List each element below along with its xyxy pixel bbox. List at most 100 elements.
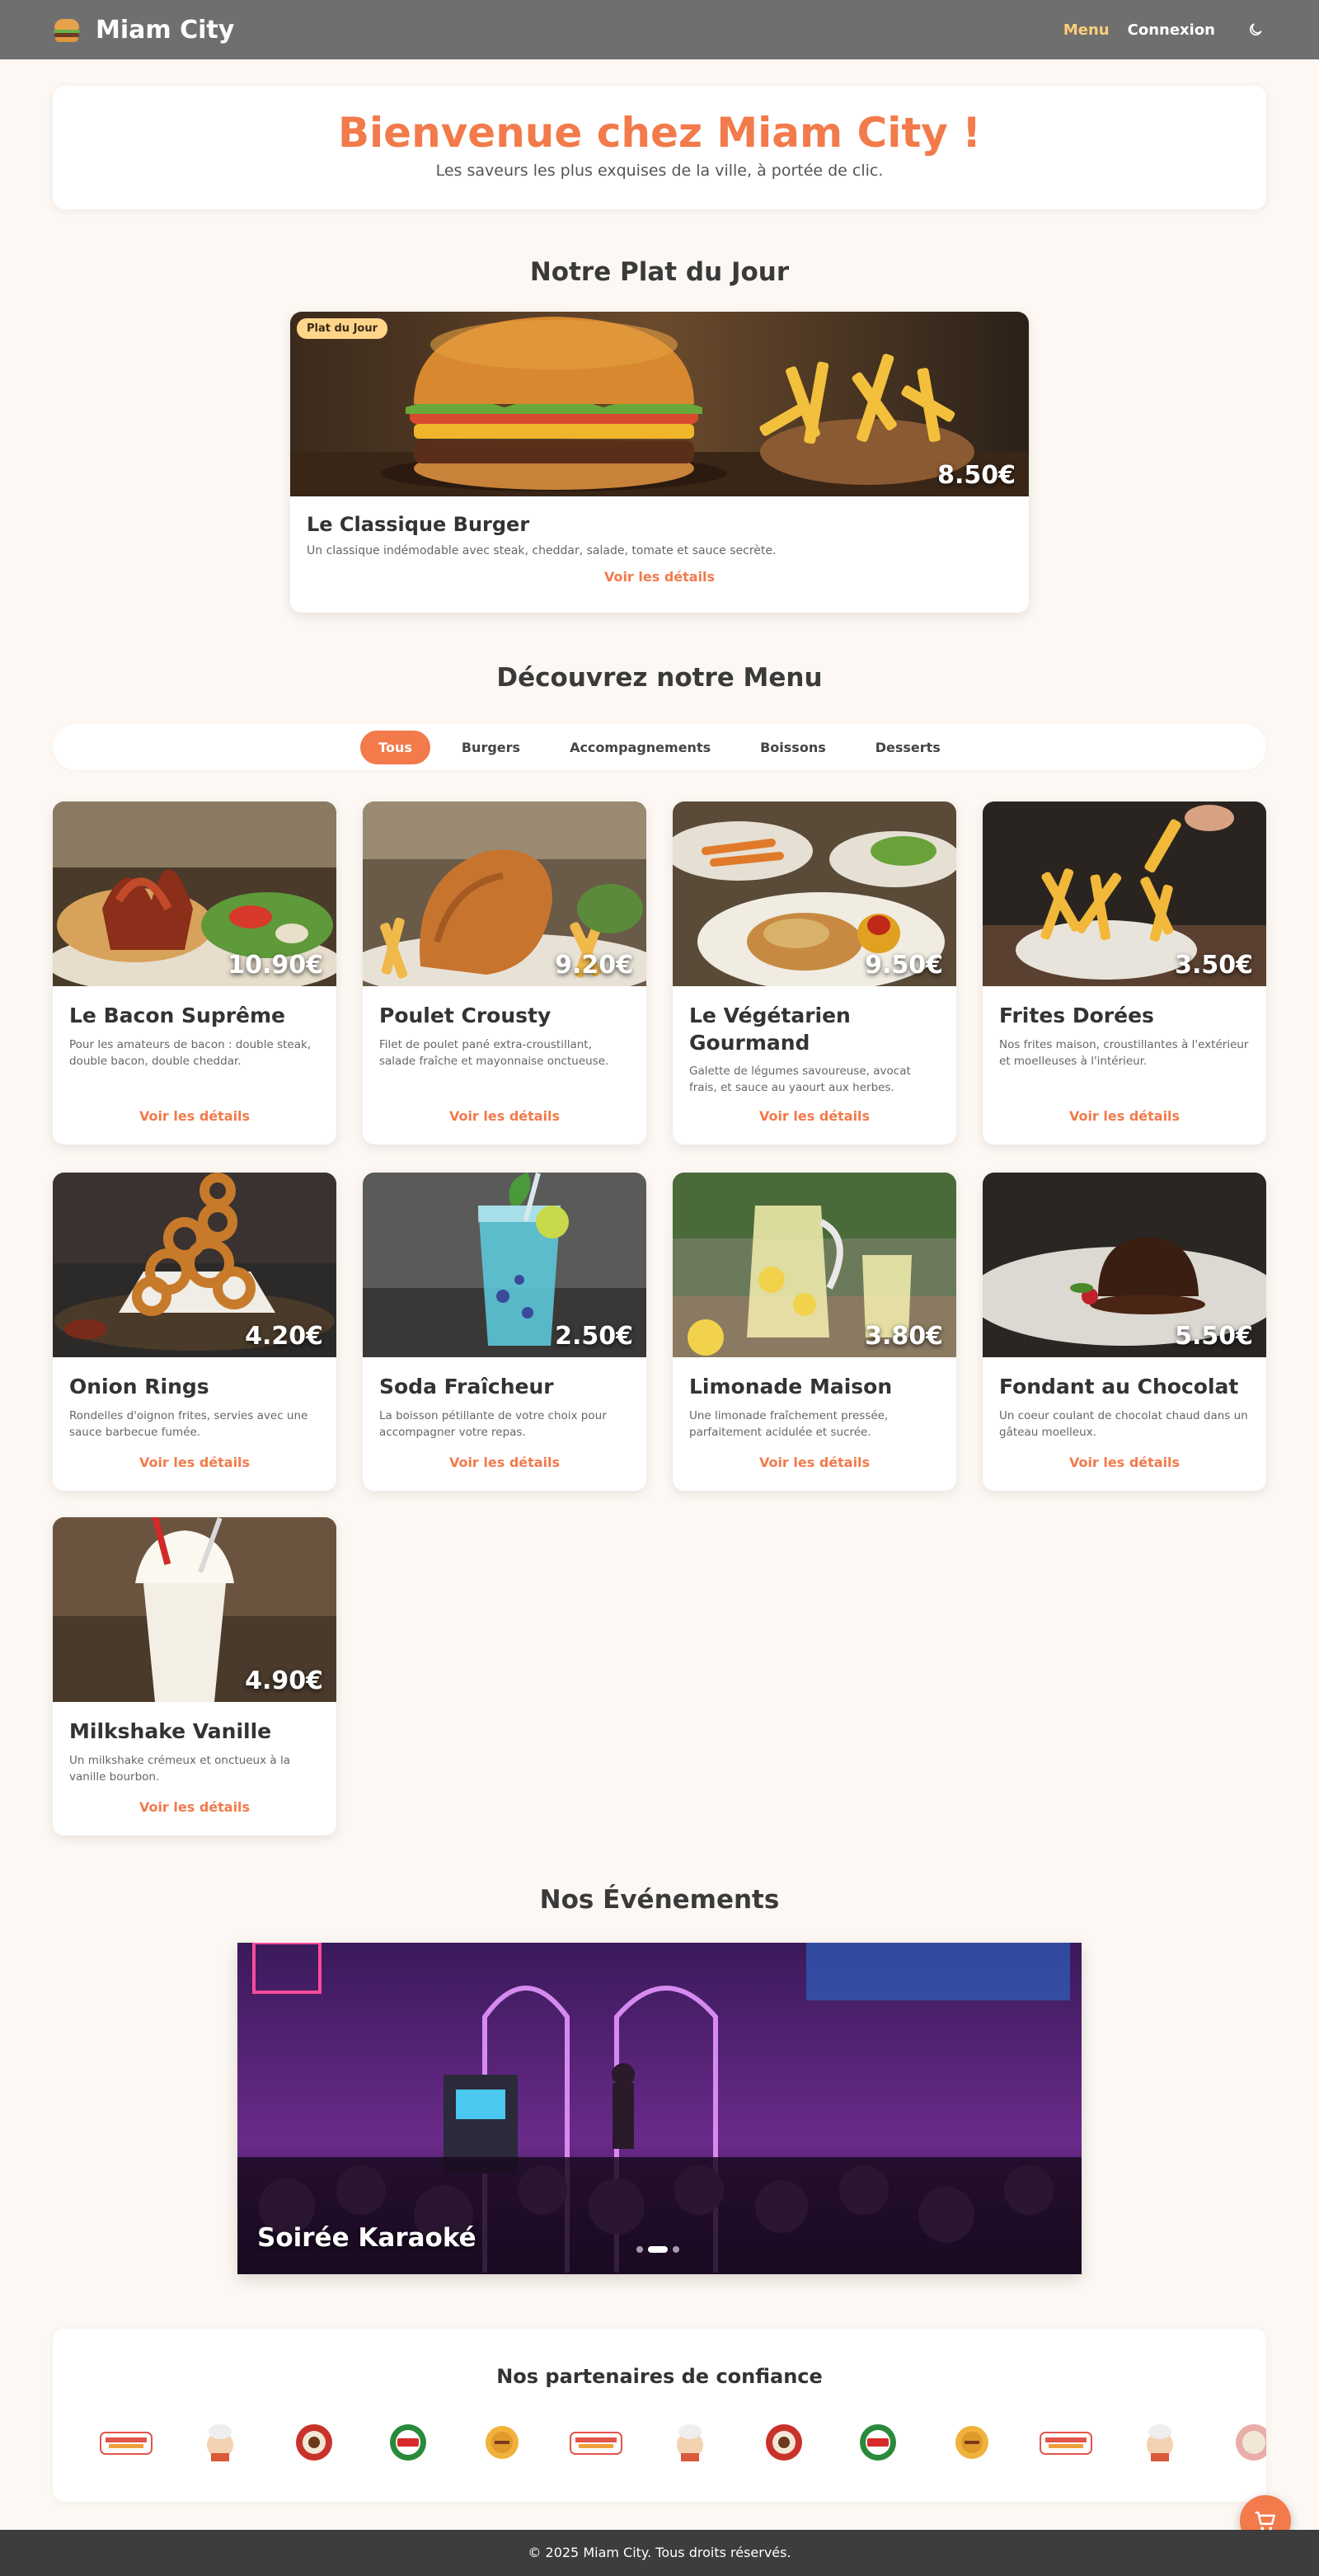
partner-logo-bbq-icon[interactable] <box>267 2418 361 2467</box>
menu-card-price: 3.80€ <box>865 1322 943 1351</box>
menu-card-vegetarien-gourmand[interactable]: 9.50€ Le Végétarien Gourmand Galette de … <box>673 801 956 1145</box>
carousel-dot-active[interactable] <box>648 2246 668 2253</box>
menu-card-image: 3.50€ <box>983 801 1266 986</box>
menu-card-price: 10.90€ <box>228 951 323 980</box>
carousel-dots <box>636 2246 679 2253</box>
hero-subtitle: Les saveurs les plus exquises de la vill… <box>435 162 884 180</box>
menu-card-details-link[interactable]: Voir les détails <box>53 1455 336 1470</box>
menu-card-name: Onion Rings <box>69 1375 209 1398</box>
menu-card-image: 3.80€ <box>673 1173 956 1357</box>
menu-card-name: Poulet Crousty <box>379 1004 552 1027</box>
moon-icon <box>1250 23 1262 35</box>
menu-card-onion-rings[interactable]: 4.20€ Onion Rings Rondelles d'oignon fri… <box>53 1173 336 1491</box>
nav-link-menu[interactable]: Menu <box>1063 21 1110 39</box>
event-slide-title: Soirée Karaoké <box>257 2223 476 2253</box>
menu-title: Découvrez notre Menu <box>496 663 823 693</box>
navbar: Miam City Menu Connexion <box>0 0 1319 59</box>
dish-of-day-price: 8.50€ <box>937 461 1016 490</box>
menu-card-description: Un milkshake crémeux et onctueux à la va… <box>69 1753 290 1784</box>
menu-card-limonade-maison[interactable]: 3.80€ Limonade Maison Une limonade fraîc… <box>673 1173 956 1491</box>
menu-card-image: 9.20€ <box>363 801 646 986</box>
hero-title: Bienvenue chez Miam City ! <box>337 109 982 157</box>
menu-card-image: 2.50€ <box>363 1173 646 1357</box>
menu-card-frites-dorees[interactable]: 3.50€ Frites Dorées Nos frites maison, c… <box>983 801 1266 1145</box>
footer: © 2025 Miam City. Tous droits réservés. <box>0 2530 1319 2576</box>
menu-card-description: Rondelles d'oignon frites, servies avec … <box>69 1408 308 1439</box>
partner-logo-grill-icon[interactable] <box>1019 2418 1113 2467</box>
menu-card-poulet-crousty[interactable]: 9.20€ Poulet Crousty Filet de poulet pan… <box>363 801 646 1145</box>
menu-card-price: 2.50€ <box>555 1322 633 1351</box>
nav-links: Menu Connexion <box>1063 19 1266 40</box>
burger-logo-icon <box>53 16 81 44</box>
partners-section: Nos partenaires de confiance <box>53 2329 1266 2502</box>
menu-card-price: 9.50€ <box>865 951 943 980</box>
partners-title: Nos partenaires de confiance <box>496 2365 823 2388</box>
menu-card-name: Fondant au Chocolat <box>999 1375 1239 1398</box>
menu-card-milkshake-vanille[interactable]: 4.90€ Milkshake Vanille Un milkshake cré… <box>53 1517 336 1836</box>
dish-of-day-title: Notre Plat du Jour <box>529 257 790 287</box>
menu-card-name: Le Végétarien Gourmand <box>689 1004 851 1055</box>
menu-card-description: Pour les amateurs de bacon : double stea… <box>69 1037 312 1068</box>
nav-link-connexion[interactable]: Connexion <box>1128 21 1215 39</box>
filter-tous[interactable]: Tous <box>360 730 430 764</box>
partner-logo-bbq-icon[interactable] <box>1207 2418 1266 2467</box>
menu-card-soda-fraicheur[interactable]: 2.50€ Soda Fraîcheur La boisson pétillan… <box>363 1173 646 1491</box>
menu-card-name: Limonade Maison <box>689 1375 893 1398</box>
menu-card-details-link[interactable]: Voir les détails <box>53 1108 336 1124</box>
partner-logo-burger-icon[interactable] <box>925 2418 1019 2467</box>
partner-logo-burger-icon[interactable] <box>455 2418 549 2467</box>
menu-card-bacon-supreme[interactable]: 10.90€ Le Bacon Suprême Pour les amateur… <box>53 801 336 1145</box>
footer-copyright: © 2025 Miam City. Tous droits réservés. <box>528 2545 791 2560</box>
partner-logo-strip <box>79 2418 1266 2467</box>
partner-logo-pizza-icon[interactable] <box>831 2418 925 2467</box>
menu-card-description: La boisson pétillante de votre choix pou… <box>379 1408 607 1439</box>
carousel-dot[interactable] <box>673 2246 679 2253</box>
hero-banner: Bienvenue chez Miam City ! Les saveurs l… <box>53 86 1266 209</box>
menu-filter-bar: Tous Burgers Accompagnements Boissons De… <box>53 724 1266 770</box>
menu-card-name: Le Bacon Suprême <box>69 1004 285 1027</box>
partner-logo-pizza-icon[interactable] <box>361 2418 455 2467</box>
partner-logo-bbq-icon[interactable] <box>737 2418 831 2467</box>
partner-logo-grill-icon[interactable] <box>79 2418 173 2467</box>
dish-of-day-description: Un classique indémodable avec steak, che… <box>307 544 777 557</box>
menu-card-details-link[interactable]: Voir les détails <box>53 1799 336 1815</box>
menu-card-image: 9.50€ <box>673 801 956 986</box>
menu-card-price: 4.20€ <box>245 1322 323 1351</box>
menu-card-details-link[interactable]: Voir les détails <box>673 1455 956 1470</box>
dish-of-day-name: Le Classique Burger <box>307 513 530 536</box>
events-carousel[interactable]: Soirée Karaoké <box>237 1943 1082 2274</box>
menu-card-price: 9.20€ <box>555 951 633 980</box>
filter-boissons[interactable]: Boissons <box>742 731 844 764</box>
menu-card-details-link[interactable]: Voir les détails <box>983 1455 1266 1470</box>
menu-card-details-link[interactable]: Voir les détails <box>363 1108 646 1124</box>
menu-card-image: 5.50€ <box>983 1173 1266 1357</box>
partner-logo-chef-icon[interactable] <box>643 2418 737 2467</box>
dish-of-day-details-link[interactable]: Voir les détails <box>307 569 1012 585</box>
menu-card-details-link[interactable]: Voir les détails <box>983 1108 1266 1124</box>
menu-card-description: Un coeur coulant de chocolat chaud dans … <box>999 1408 1248 1439</box>
partner-logo-grill-icon[interactable] <box>549 2418 643 2467</box>
dark-mode-toggle[interactable] <box>1245 19 1266 40</box>
filter-desserts[interactable]: Desserts <box>857 731 959 764</box>
menu-card-details-link[interactable]: Voir les détails <box>363 1455 646 1470</box>
brand-name: Miam City <box>96 15 235 45</box>
menu-card-description: Filet de poulet pané extra-croustillant,… <box>379 1037 609 1068</box>
brand[interactable]: Miam City <box>53 16 234 45</box>
menu-card-price: 4.90€ <box>245 1666 323 1695</box>
carousel-dot[interactable] <box>636 2246 643 2253</box>
dish-of-day-card[interactable]: Plat du Jour 8.50€ Le Classique Burger U… <box>290 312 1029 613</box>
menu-card-details-link[interactable]: Voir les détails <box>673 1108 956 1124</box>
dish-of-day-image: Plat du Jour 8.50€ <box>290 312 1029 496</box>
events-title: Nos Événements <box>539 1885 780 1915</box>
menu-card-image: 4.90€ <box>53 1517 336 1702</box>
menu-card-name: Milkshake Vanille <box>69 1719 272 1743</box>
partner-logo-chef-icon[interactable] <box>173 2418 267 2467</box>
menu-card-image: 4.20€ <box>53 1173 336 1357</box>
menu-card-description: Galette de légumes savoureuse, avocat fr… <box>689 1065 911 1095</box>
menu-card-price: 5.50€ <box>1175 1322 1253 1351</box>
partner-logo-chef-icon[interactable] <box>1113 2418 1207 2467</box>
filter-burgers[interactable]: Burgers <box>444 731 538 764</box>
filter-accompagnements[interactable]: Accompagnements <box>552 731 729 764</box>
dish-of-day-badge: Plat du Jour <box>297 318 388 339</box>
menu-card-fondant-chocolat[interactable]: 5.50€ Fondant au Chocolat Un coeur coula… <box>983 1173 1266 1491</box>
